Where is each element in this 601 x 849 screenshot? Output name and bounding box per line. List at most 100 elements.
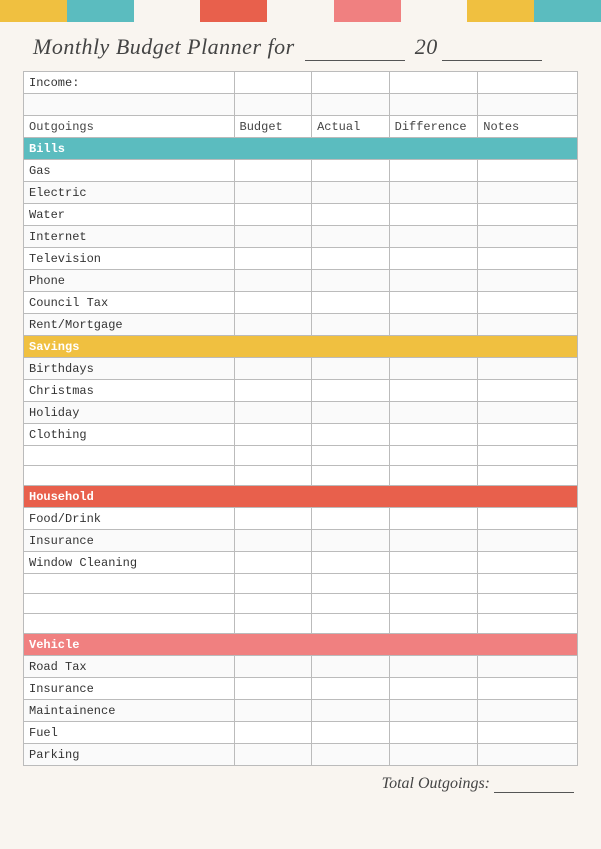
notes-holiday[interactable]	[478, 402, 578, 424]
income-actual[interactable]	[312, 72, 390, 94]
budget-insurance-vehicle[interactable]	[234, 678, 312, 700]
diff-rent-mortgage[interactable]	[389, 314, 478, 336]
budget-birthdays[interactable]	[234, 358, 312, 380]
bar-bg-2	[267, 0, 334, 22]
notes-maintainence[interactable]	[478, 700, 578, 722]
notes-fuel[interactable]	[478, 722, 578, 744]
diff-insurance-household[interactable]	[389, 530, 478, 552]
actual-phone[interactable]	[312, 270, 390, 292]
notes-insurance-vehicle[interactable]	[478, 678, 578, 700]
label-food-drink: Food/Drink	[24, 508, 235, 530]
diff-holiday[interactable]	[389, 402, 478, 424]
budget-holiday[interactable]	[234, 402, 312, 424]
income-budget[interactable]	[234, 72, 312, 94]
notes-council-tax[interactable]	[478, 292, 578, 314]
diff-food-drink[interactable]	[389, 508, 478, 530]
budget-phone[interactable]	[234, 270, 312, 292]
actual-clothing[interactable]	[312, 424, 390, 446]
label-internet: Internet	[24, 226, 235, 248]
actual-insurance-household[interactable]	[312, 530, 390, 552]
diff-parking[interactable]	[389, 744, 478, 766]
notes-phone[interactable]	[478, 270, 578, 292]
notes-rent-mortgage[interactable]	[478, 314, 578, 336]
diff-council-tax[interactable]	[389, 292, 478, 314]
notes-clothing[interactable]	[478, 424, 578, 446]
actual-road-tax[interactable]	[312, 656, 390, 678]
budget-insurance-household[interactable]	[234, 530, 312, 552]
diff-phone[interactable]	[389, 270, 478, 292]
label-insurance-vehicle: Insurance	[24, 678, 235, 700]
actual-window-cleaning[interactable]	[312, 552, 390, 574]
actual-electric[interactable]	[312, 182, 390, 204]
budget-parking[interactable]	[234, 744, 312, 766]
notes-internet[interactable]	[478, 226, 578, 248]
notes-electric[interactable]	[478, 182, 578, 204]
budget-water[interactable]	[234, 204, 312, 226]
notes-birthdays[interactable]	[478, 358, 578, 380]
actual-birthdays[interactable]	[312, 358, 390, 380]
diff-maintainence[interactable]	[389, 700, 478, 722]
notes-window-cleaning[interactable]	[478, 552, 578, 574]
income-notes[interactable]	[478, 72, 578, 94]
budget-clothing[interactable]	[234, 424, 312, 446]
actual-insurance-vehicle[interactable]	[312, 678, 390, 700]
notes-insurance-household[interactable]	[478, 530, 578, 552]
notes-gas[interactable]	[478, 160, 578, 182]
notes-parking[interactable]	[478, 744, 578, 766]
actual-food-drink[interactable]	[312, 508, 390, 530]
actual-christmas[interactable]	[312, 380, 390, 402]
actual-rent-mortgage[interactable]	[312, 314, 390, 336]
diff-electric[interactable]	[389, 182, 478, 204]
actual-fuel[interactable]	[312, 722, 390, 744]
income-diff[interactable]	[389, 72, 478, 94]
bar-pink-1	[334, 0, 401, 22]
notes-food-drink[interactable]	[478, 508, 578, 530]
budget-internet[interactable]	[234, 226, 312, 248]
diff-birthdays[interactable]	[389, 358, 478, 380]
bar-coral-1	[200, 0, 267, 22]
actual-holiday[interactable]	[312, 402, 390, 424]
bar-teal-1	[67, 0, 134, 22]
bar-bg-3	[401, 0, 468, 22]
diff-water[interactable]	[389, 204, 478, 226]
diff-clothing[interactable]	[389, 424, 478, 446]
notes-television[interactable]	[478, 248, 578, 270]
actual-internet[interactable]	[312, 226, 390, 248]
actual-gas[interactable]	[312, 160, 390, 182]
budget-maintainence[interactable]	[234, 700, 312, 722]
budget-council-tax[interactable]	[234, 292, 312, 314]
diff-window-cleaning[interactable]	[389, 552, 478, 574]
budget-road-tax[interactable]	[234, 656, 312, 678]
budget-food-drink[interactable]	[234, 508, 312, 530]
row-fuel: Fuel	[24, 722, 578, 744]
actual-water[interactable]	[312, 204, 390, 226]
budget-fuel[interactable]	[234, 722, 312, 744]
diff-fuel[interactable]	[389, 722, 478, 744]
title-name-field[interactable]	[305, 34, 405, 61]
top-color-bar	[0, 0, 601, 22]
actual-television[interactable]	[312, 248, 390, 270]
household-empty-3	[24, 614, 578, 634]
budget-christmas[interactable]	[234, 380, 312, 402]
row-christmas: Christmas	[24, 380, 578, 402]
actual-maintainence[interactable]	[312, 700, 390, 722]
diff-christmas[interactable]	[389, 380, 478, 402]
actual-council-tax[interactable]	[312, 292, 390, 314]
notes-road-tax[interactable]	[478, 656, 578, 678]
diff-television[interactable]	[389, 248, 478, 270]
row-council-tax: Council Tax	[24, 292, 578, 314]
notes-water[interactable]	[478, 204, 578, 226]
total-value-field[interactable]	[494, 774, 574, 793]
diff-road-tax[interactable]	[389, 656, 478, 678]
budget-window-cleaning[interactable]	[234, 552, 312, 574]
notes-christmas[interactable]	[478, 380, 578, 402]
diff-internet[interactable]	[389, 226, 478, 248]
budget-electric[interactable]	[234, 182, 312, 204]
budget-rent-mortgage[interactable]	[234, 314, 312, 336]
budget-gas[interactable]	[234, 160, 312, 182]
diff-gas[interactable]	[389, 160, 478, 182]
title-year-field[interactable]	[442, 34, 542, 61]
actual-parking[interactable]	[312, 744, 390, 766]
budget-television[interactable]	[234, 248, 312, 270]
diff-insurance-vehicle[interactable]	[389, 678, 478, 700]
